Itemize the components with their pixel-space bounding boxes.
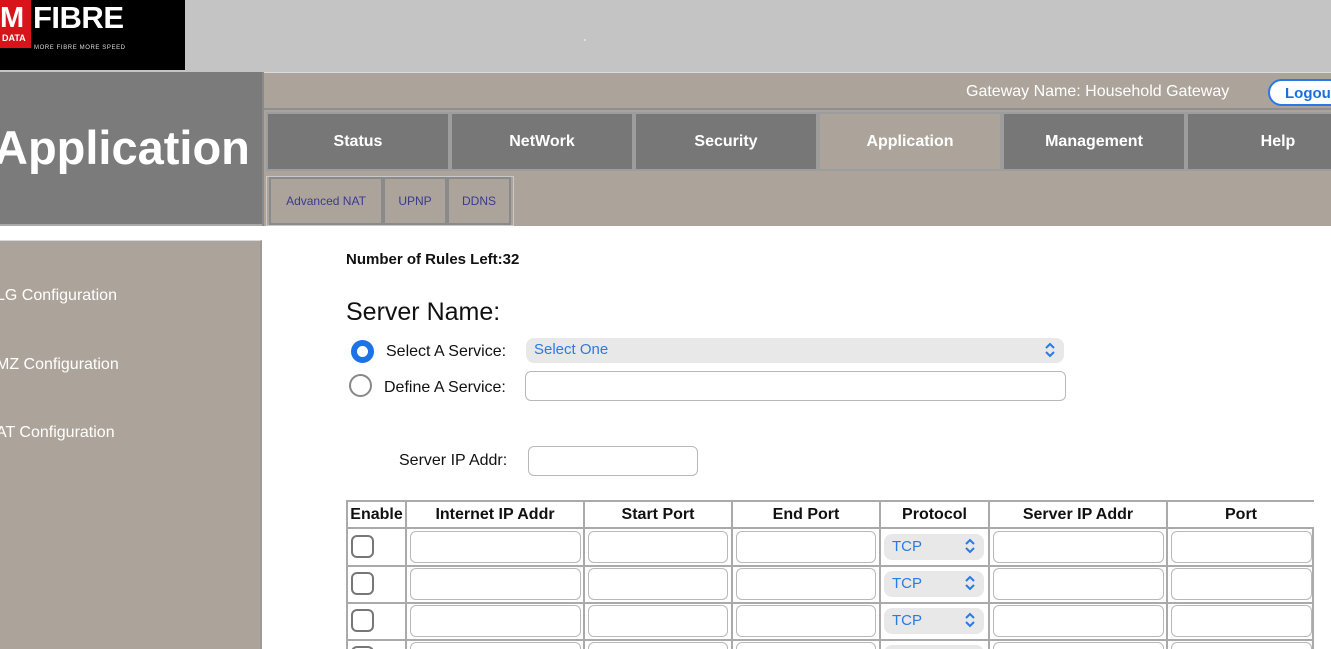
server-ip-input[interactable] xyxy=(993,642,1164,649)
service-select-value: Select One xyxy=(534,341,609,358)
subtab-ddns[interactable]: DDNS xyxy=(447,177,511,225)
column-header-server-ip: Server IP Addr xyxy=(990,502,1168,529)
protocol-select[interactable]: TCP xyxy=(884,608,984,634)
enable-checkbox[interactable] xyxy=(351,609,374,632)
port-mapping-table: Enable Internet IP Addr Start Port End P… xyxy=(346,500,1314,649)
end-port-input[interactable] xyxy=(736,531,876,563)
end-port-input[interactable] xyxy=(736,568,876,600)
tab-application[interactable]: Application xyxy=(818,112,1002,171)
protocol-value: TCP xyxy=(892,575,922,592)
main-header: Gateway Name: Household Gateway Logou St… xyxy=(262,72,1331,226)
select-chevron-icon xyxy=(965,612,975,628)
sidebar-item-lg-configuration[interactable]: LG Configuration xyxy=(0,287,117,305)
column-header-start-port: Start Port xyxy=(585,502,733,529)
end-port-input[interactable] xyxy=(736,605,876,637)
sub-nav: Advanced NAT UPNP DDNS xyxy=(266,176,1331,226)
gateway-name: Gateway Name: Household Gateway xyxy=(966,83,1230,100)
protocol-value: TCP xyxy=(892,612,922,629)
start-port-input[interactable] xyxy=(588,568,728,600)
server-ip-label: Server IP Addr: xyxy=(399,452,508,469)
main-tabs: Status NetWork Security Application Mana… xyxy=(266,112,1331,172)
enable-checkbox[interactable] xyxy=(351,535,374,558)
table-divider xyxy=(988,529,990,649)
brand-logo: M FIBRE DATA MORE FIBRE MORE SPEED xyxy=(0,0,185,70)
start-port-input[interactable] xyxy=(588,642,728,649)
internet-ip-input[interactable] xyxy=(410,642,581,649)
table-divider xyxy=(348,602,1314,604)
sidebar-item-at-configuration[interactable]: AT Configuration xyxy=(0,424,115,442)
sub-nav-frame: Advanced NAT UPNP DDNS xyxy=(266,176,514,226)
server-ip-input[interactable] xyxy=(528,446,698,476)
select-chevron-icon xyxy=(1045,342,1055,358)
select-service-label: Select A Service: xyxy=(386,343,507,360)
column-header-protocol: Protocol xyxy=(881,502,990,529)
internet-ip-input[interactable] xyxy=(410,605,581,637)
protocol-select[interactable]: TCP xyxy=(884,571,984,597)
select-chevron-icon xyxy=(965,538,975,554)
port-input[interactable] xyxy=(1171,642,1312,649)
rules-left-text: Number of Rules Left:32 xyxy=(346,251,520,268)
define-service-input[interactable] xyxy=(525,371,1066,401)
column-header-end-port: End Port xyxy=(733,502,881,529)
logo-tagline: MORE FIBRE MORE SPEED xyxy=(34,45,126,51)
logout-button[interactable]: Logou xyxy=(1268,79,1331,106)
logo-fibre: FIBRE xyxy=(33,0,124,35)
page-title-panel: Application xyxy=(0,72,262,226)
server-ip-input[interactable] xyxy=(993,531,1164,563)
define-service-radio[interactable] xyxy=(349,374,372,397)
subtab-upnp[interactable]: UPNP xyxy=(383,177,447,225)
table-divider xyxy=(879,529,881,649)
tab-management[interactable]: Management xyxy=(1002,112,1186,171)
server-ip-input[interactable] xyxy=(993,605,1164,637)
table-divider xyxy=(583,529,585,649)
protocol-select[interactable]: TCP xyxy=(884,534,984,560)
table-divider xyxy=(731,529,733,649)
select-chevron-icon xyxy=(965,575,975,591)
tab-help[interactable]: Help xyxy=(1186,112,1331,171)
protocol-value: TCP xyxy=(892,538,922,555)
server-ip-input[interactable] xyxy=(993,568,1164,600)
start-port-input[interactable] xyxy=(588,531,728,563)
select-service-radio[interactable] xyxy=(351,340,374,363)
router-admin-page: M FIBRE DATA MORE FIBRE MORE SPEED Appli… xyxy=(0,0,1331,649)
server-name-heading: Server Name: xyxy=(346,298,501,326)
page-title: Application xyxy=(0,121,250,174)
table-divider xyxy=(348,565,1314,567)
start-port-input[interactable] xyxy=(588,605,728,637)
table-divider xyxy=(405,529,407,649)
sidebar: LG Configuration MZ Configuration AT Con… xyxy=(0,240,262,649)
column-header-enable: Enable xyxy=(348,502,407,529)
sidebar-item-mz-configuration[interactable]: MZ Configuration xyxy=(0,356,119,374)
logo-m: M xyxy=(0,2,24,34)
content-area: Number of Rules Left:32 Server Name: Sel… xyxy=(262,240,1331,649)
port-input[interactable] xyxy=(1171,605,1312,637)
tab-security[interactable]: Security xyxy=(634,112,818,171)
banner-dot xyxy=(584,39,586,41)
top-banner: M FIBRE DATA MORE FIBRE MORE SPEED xyxy=(0,0,1331,72)
define-service-label: Define A Service: xyxy=(384,379,506,396)
tab-network[interactable]: NetWork xyxy=(450,112,634,171)
internet-ip-input[interactable] xyxy=(410,531,581,563)
subtab-advanced-nat[interactable]: Advanced NAT xyxy=(269,177,383,225)
service-select[interactable]: Select One xyxy=(526,338,1064,363)
protocol-select[interactable] xyxy=(884,645,984,649)
column-header-port: Port xyxy=(1168,502,1314,529)
enable-checkbox[interactable] xyxy=(351,572,374,595)
table-divider xyxy=(348,639,1314,641)
port-input[interactable] xyxy=(1171,568,1312,600)
tab-status[interactable]: Status xyxy=(266,112,450,171)
end-port-input[interactable] xyxy=(736,642,876,649)
logo-data: DATA xyxy=(2,33,26,43)
port-input[interactable] xyxy=(1171,531,1312,563)
table-divider xyxy=(1166,529,1168,649)
internet-ip-input[interactable] xyxy=(410,568,581,600)
gateway-bar: Gateway Name: Household Gateway Logou xyxy=(264,72,1331,110)
column-header-internet-ip: Internet IP Addr xyxy=(407,502,585,529)
